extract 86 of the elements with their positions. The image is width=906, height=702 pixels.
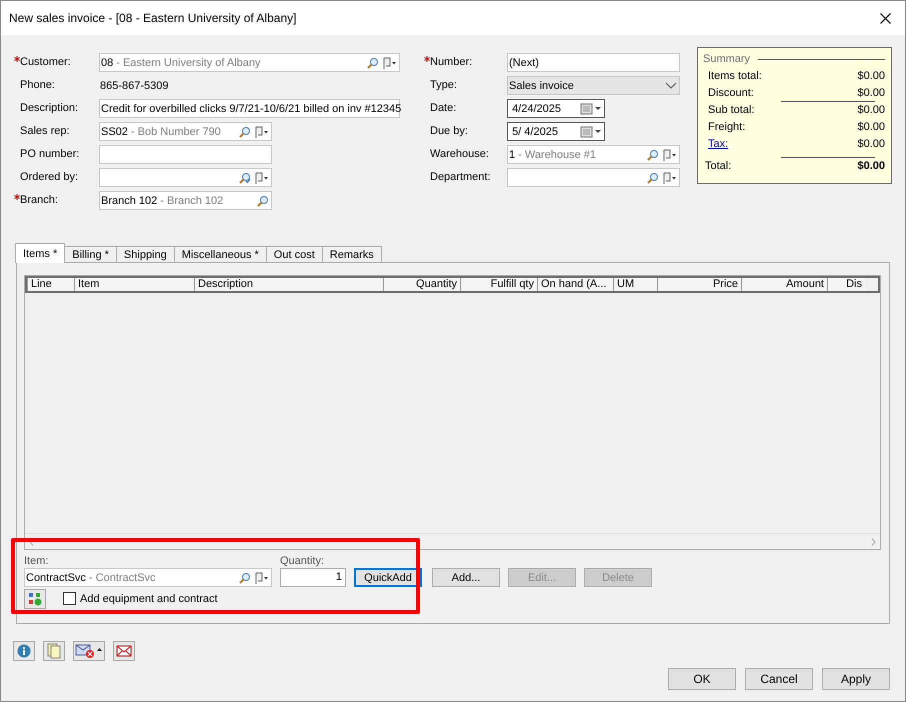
dialog-button[interactable]: Cancel	[745, 668, 813, 690]
text-field[interactable]: (Next)	[507, 53, 680, 72]
summary-value: $0.00	[857, 86, 885, 98]
field-label: Branch:	[20, 194, 58, 206]
mail-delete-icon[interactable]	[73, 641, 105, 661]
search-icon[interactable]	[239, 172, 251, 184]
field-label: Quantity:	[280, 555, 326, 567]
dialog-button[interactable]: OK	[668, 668, 736, 690]
field-label: Date:	[430, 102, 456, 114]
column-header[interactable]: UM	[613, 278, 657, 291]
quantity-field[interactable]: 1	[280, 568, 346, 587]
equipment-checkbox[interactable]: Add equipment and contract	[63, 592, 218, 605]
flag-menu-icon[interactable]	[382, 56, 397, 68]
summary-value: $0.00	[857, 70, 885, 82]
field-label: Number:	[430, 56, 472, 68]
column-header[interactable]: Quantity	[383, 278, 460, 291]
mail-icon[interactable]	[113, 641, 135, 661]
text-field[interactable]: Credit for overbilled clicks 9/7/21-10/6/21 billed on inv #12345	[99, 99, 400, 118]
type-dropdown[interactable]: Sales invoice	[507, 76, 680, 95]
field-label: Description:	[20, 102, 78, 114]
flag-menu-icon[interactable]	[254, 172, 269, 184]
field-label: Sales rep:	[20, 124, 70, 136]
tab[interactable]: Remarks	[322, 246, 382, 263]
column-header[interactable]: Amount	[741, 278, 827, 291]
chevron-down-icon[interactable]	[665, 82, 677, 90]
search-icon[interactable]	[239, 572, 251, 584]
lookup-field[interactable]: Branch 102 - Branch 102	[99, 191, 272, 210]
flag-menu-icon[interactable]	[254, 126, 269, 138]
search-icon[interactable]	[367, 56, 379, 68]
column-header[interactable]: Fulfill qty	[460, 278, 537, 291]
flag-menu-icon[interactable]	[254, 572, 269, 584]
tab[interactable]: Items *	[15, 243, 66, 263]
column-header[interactable]: On hand (A...	[537, 278, 613, 291]
field-label: Ordered by:	[20, 170, 78, 182]
action-button[interactable]: Add...	[432, 568, 500, 587]
tab[interactable]: Shipping	[116, 246, 175, 263]
field-label: Due by:	[430, 124, 468, 136]
date-field[interactable]: 4/24/2025	[507, 99, 605, 118]
column-header[interactable]: Item	[74, 278, 194, 291]
search-icon[interactable]	[257, 194, 269, 206]
summary-value: $0.00	[857, 160, 885, 172]
field-label: Phone:	[20, 78, 55, 90]
column-header[interactable]: Dis	[827, 278, 865, 291]
field-label: Type:	[430, 78, 457, 90]
lookup-field[interactable]: SS02 - Bob Number 790	[99, 122, 272, 141]
summary-label: Items total:	[708, 70, 762, 82]
tab[interactable]: Billing *	[64, 246, 117, 263]
action-button[interactable]: QuickAdd	[354, 568, 422, 587]
dialog-button[interactable]: Apply	[822, 668, 890, 690]
summary-label: Sub total:	[708, 104, 754, 116]
summary-value: $0.00	[857, 138, 885, 150]
flag-menu-icon[interactable]	[662, 148, 677, 160]
date-field[interactable]: 5/ 4/2025	[507, 122, 605, 141]
column-header[interactable]: Line	[27, 278, 74, 291]
field-label: PO number:	[20, 148, 80, 160]
search-icon[interactable]	[239, 126, 251, 138]
lookup-field[interactable]	[99, 168, 272, 187]
column-header[interactable]: Description	[194, 278, 383, 291]
info-icon[interactable]	[13, 641, 35, 661]
field-label: Item:	[24, 555, 50, 567]
flag-menu-icon[interactable]	[662, 172, 677, 184]
lookup-field[interactable]	[507, 168, 680, 187]
tax-link[interactable]: Tax:	[708, 138, 728, 150]
close-icon[interactable]	[880, 12, 891, 24]
calendar-icon[interactable]	[580, 102, 602, 114]
lookup-field[interactable]: 08 - Eastern University of Albany	[99, 53, 400, 72]
summary-label: Freight:	[708, 120, 746, 132]
field-label: Customer:	[20, 56, 71, 68]
summary-value: $0.00	[857, 104, 885, 116]
documents-icon[interactable]	[43, 641, 65, 661]
lookup-field[interactable]: 1 - Warehouse #1	[507, 145, 680, 164]
field-value: 865-867-5309	[99, 80, 169, 92]
lookup-field[interactable]: ContractSvc - ContractSvc	[24, 568, 272, 587]
search-icon[interactable]	[647, 148, 659, 160]
summary-label: Discount:	[708, 86, 754, 98]
grid-icon[interactable]	[24, 588, 46, 608]
calendar-icon[interactable]	[580, 126, 602, 138]
window-title: New sales invoice - [08 - Eastern University of Albany]	[9, 11, 296, 25]
field-label: Warehouse:	[430, 148, 489, 160]
column-header[interactable]: Price	[657, 278, 741, 291]
summary-label: Total:	[705, 160, 732, 172]
text-field[interactable]	[99, 145, 272, 164]
summary-title: Summary	[703, 53, 750, 65]
field-label: Department:	[430, 170, 491, 182]
search-icon[interactable]	[647, 172, 659, 184]
summary-value: $0.00	[857, 120, 885, 132]
